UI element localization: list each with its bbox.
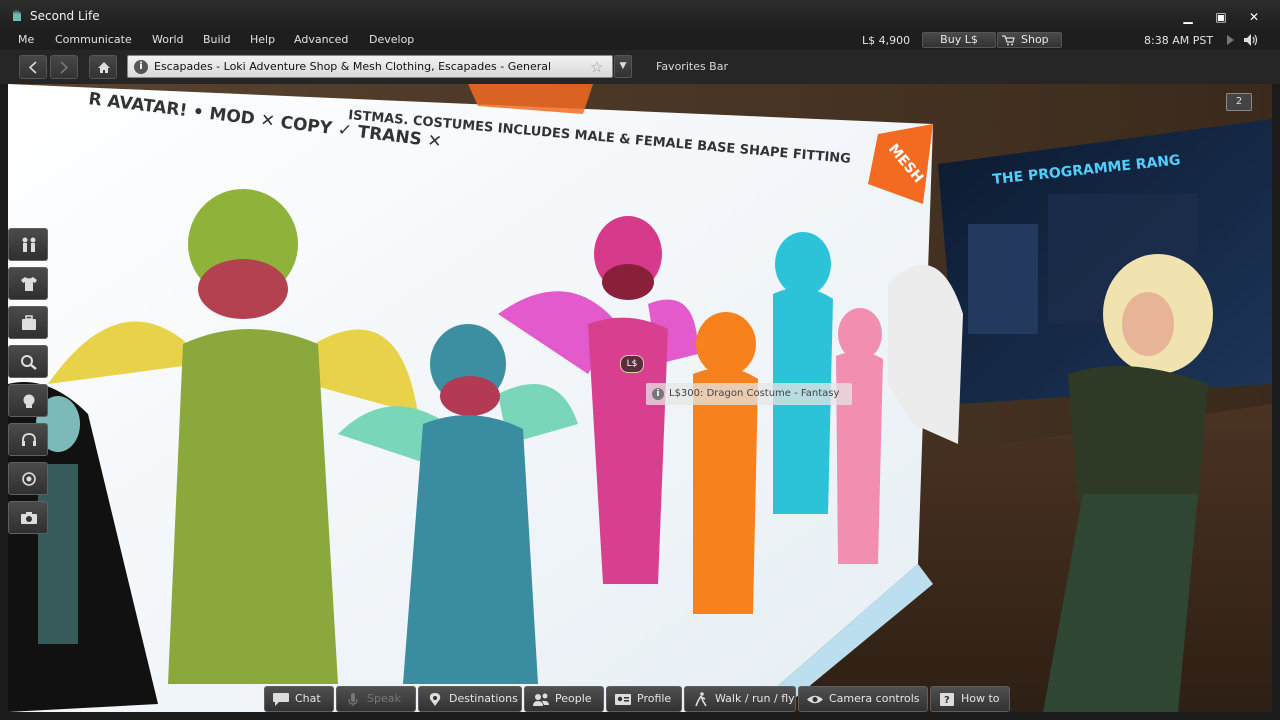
maximize-button[interactable]: ▣: [1210, 9, 1232, 25]
profile-card-icon: [615, 694, 631, 705]
avatar-button[interactable]: [8, 228, 48, 261]
shop-label: Shop: [1021, 33, 1049, 46]
inventory-button[interactable]: [8, 306, 48, 339]
location-input[interactable]: i Escapades - Loki Adventure Shop & Mesh…: [127, 55, 613, 78]
walk-run-fly-button[interactable]: Walk / run / fly: [684, 686, 796, 712]
microphone-icon: [348, 693, 358, 706]
home-icon: [98, 62, 110, 73]
navigation-bar: i Escapades - Loki Adventure Shop & Mesh…: [0, 50, 1280, 84]
destinations-label: Destinations: [449, 692, 518, 705]
svg-text:?: ?: [944, 695, 950, 706]
buy-currency-button[interactable]: Buy L$: [922, 32, 996, 48]
menu-develop[interactable]: Develop: [369, 32, 414, 48]
voice-button[interactable]: [8, 384, 48, 417]
audio-button[interactable]: [8, 423, 48, 456]
chat-label: Chat: [295, 692, 321, 705]
hover-tip-text: L$300: Dragon Costume - Fantasy: [669, 388, 840, 399]
search-button[interactable]: [8, 345, 48, 378]
location-text: Escapades - Loki Adventure Shop & Mesh C…: [154, 60, 552, 73]
clock: 8:38 AM PST: [1144, 34, 1214, 47]
people-button[interactable]: People: [524, 686, 604, 712]
menu-communicate[interactable]: Communicate: [55, 32, 132, 48]
volume-icon[interactable]: [1243, 33, 1259, 47]
favorite-star-icon[interactable]: ☆: [590, 58, 603, 76]
howto-label: How to: [961, 692, 1000, 705]
speak-label: Speak: [367, 692, 401, 705]
map-pin-icon: [429, 693, 441, 706]
camera-controls-button[interactable]: Camera controls: [798, 686, 928, 712]
walk-label: Walk / run / fly: [715, 692, 795, 705]
camera-label: Camera controls: [829, 692, 920, 705]
back-button[interactable]: [19, 55, 47, 79]
cart-icon: [1002, 35, 1015, 46]
media-play-icon[interactable]: [1226, 34, 1236, 46]
shirt-icon: [21, 277, 37, 291]
linden-balance[interactable]: L$ 4,900: [862, 34, 910, 47]
target-icon: [22, 472, 36, 486]
profile-button[interactable]: Profile: [606, 686, 682, 712]
chat-bubble-icon: [273, 693, 289, 706]
people-label: People: [555, 692, 592, 705]
minimize-button[interactable]: ▁: [1177, 9, 1199, 25]
search-icon: [21, 355, 37, 370]
location-dropdown-button[interactable]: ▼: [614, 55, 632, 78]
title-bar: Second Life ▁ ▣ ✕: [0, 0, 1280, 30]
profile-label: Profile: [637, 692, 672, 705]
how-to-button[interactable]: ? How to: [930, 686, 1010, 712]
speak-button[interactable]: Speak: [336, 686, 416, 712]
hud-counter-badge[interactable]: 2: [1226, 93, 1252, 111]
eye-icon: [807, 695, 823, 704]
suitcase-icon: [22, 315, 36, 330]
info-icon[interactable]: i: [134, 60, 148, 74]
headphones-icon: [22, 433, 36, 446]
scene-illustration: R AVATAR! • MOD ✕ COPY ✓ TRANS ✕ ISTMAS.…: [8, 84, 1272, 712]
info-icon[interactable]: i: [652, 388, 664, 400]
camera-icon: [21, 512, 37, 524]
shop-button[interactable]: Shop: [997, 32, 1062, 48]
object-hover-tip[interactable]: i L$300: Dragon Costume - Fantasy: [646, 383, 852, 405]
menu-help[interactable]: Help: [250, 32, 275, 48]
menu-advanced[interactable]: Advanced: [294, 32, 348, 48]
walking-figure-icon: [695, 692, 707, 707]
help-question-icon: ?: [940, 693, 954, 706]
menu-me[interactable]: Me: [18, 32, 34, 48]
window-title: Second Life: [30, 9, 100, 23]
forward-button[interactable]: [50, 55, 78, 79]
head-speaking-icon: [23, 394, 35, 408]
menu-world[interactable]: World: [152, 32, 184, 48]
favorites-bar[interactable]: Favorites Bar: [656, 60, 728, 73]
chevron-left-icon: [28, 61, 37, 74]
people-pair-icon: [22, 237, 36, 252]
chat-button[interactable]: Chat: [264, 686, 334, 712]
menu-build[interactable]: Build: [203, 32, 231, 48]
people-icon: [533, 693, 549, 706]
price-cursor-icon: L$: [620, 355, 644, 373]
world-view[interactable]: R AVATAR! • MOD ✕ COPY ✓ TRANS ✕ ISTMAS.…: [8, 84, 1272, 712]
second-life-hand-icon: [13, 9, 21, 21]
destinations-button[interactable]: Destinations: [418, 686, 522, 712]
appearance-button[interactable]: [8, 267, 48, 300]
snapshot-button[interactable]: [8, 501, 48, 534]
home-button[interactable]: [89, 55, 117, 79]
menu-bar: Me Communicate World Build Help Advanced…: [0, 30, 1280, 50]
chevron-right-icon: [60, 61, 69, 74]
radar-button[interactable]: [8, 462, 48, 495]
close-button[interactable]: ✕: [1243, 9, 1265, 25]
